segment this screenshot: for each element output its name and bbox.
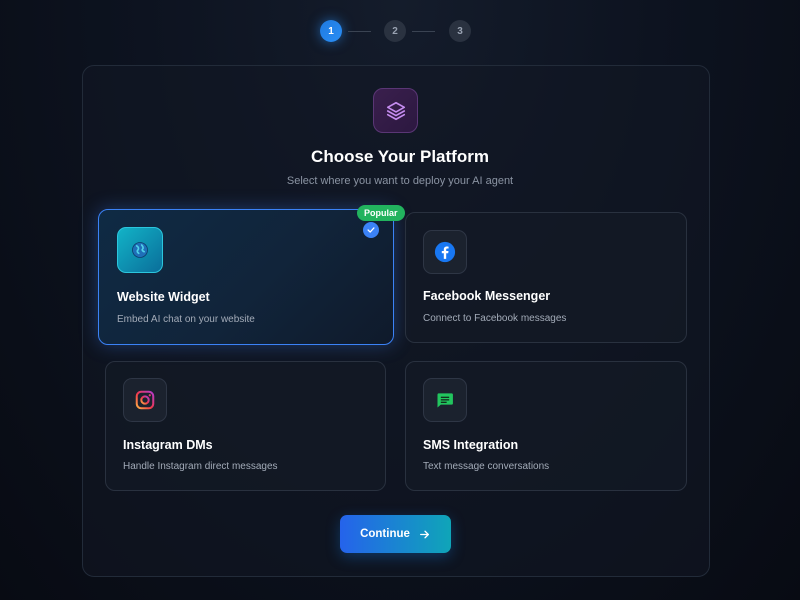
continue-label: Continue bbox=[360, 528, 410, 540]
globe-icon bbox=[117, 227, 163, 273]
layers-icon bbox=[373, 88, 418, 133]
step-1[interactable]: 1 bbox=[320, 20, 342, 42]
platform-description: Embed AI chat on your website bbox=[117, 314, 255, 325]
step-connector bbox=[412, 31, 435, 32]
platform-description: Handle Instagram direct messages bbox=[123, 461, 278, 472]
chat-icon bbox=[423, 378, 467, 422]
step-connector bbox=[348, 31, 371, 32]
popular-badge: Popular bbox=[357, 205, 405, 221]
instagram-icon bbox=[123, 378, 167, 422]
platform-title: Website Widget bbox=[117, 290, 210, 304]
facebook-icon bbox=[423, 230, 467, 274]
page-subtitle: Select where you want to deploy your AI … bbox=[286, 175, 514, 187]
continue-button[interactable]: Continue bbox=[340, 515, 451, 553]
platform-title: Instagram DMs bbox=[123, 438, 213, 452]
arrow-right-icon bbox=[419, 530, 429, 538]
step-3[interactable]: 3 bbox=[449, 20, 471, 42]
page-title: Choose Your Platform bbox=[311, 147, 489, 166]
platform-description: Text message conversations bbox=[423, 461, 550, 472]
step-2[interactable]: 2 bbox=[384, 20, 406, 42]
platform-title: SMS Integration bbox=[423, 438, 519, 452]
selected-check-icon bbox=[363, 222, 379, 238]
platform-title: Facebook Messenger bbox=[423, 289, 551, 303]
stepper: 1 2 3 bbox=[0, 20, 800, 44]
platform-description: Connect to Facebook messages bbox=[423, 313, 567, 324]
